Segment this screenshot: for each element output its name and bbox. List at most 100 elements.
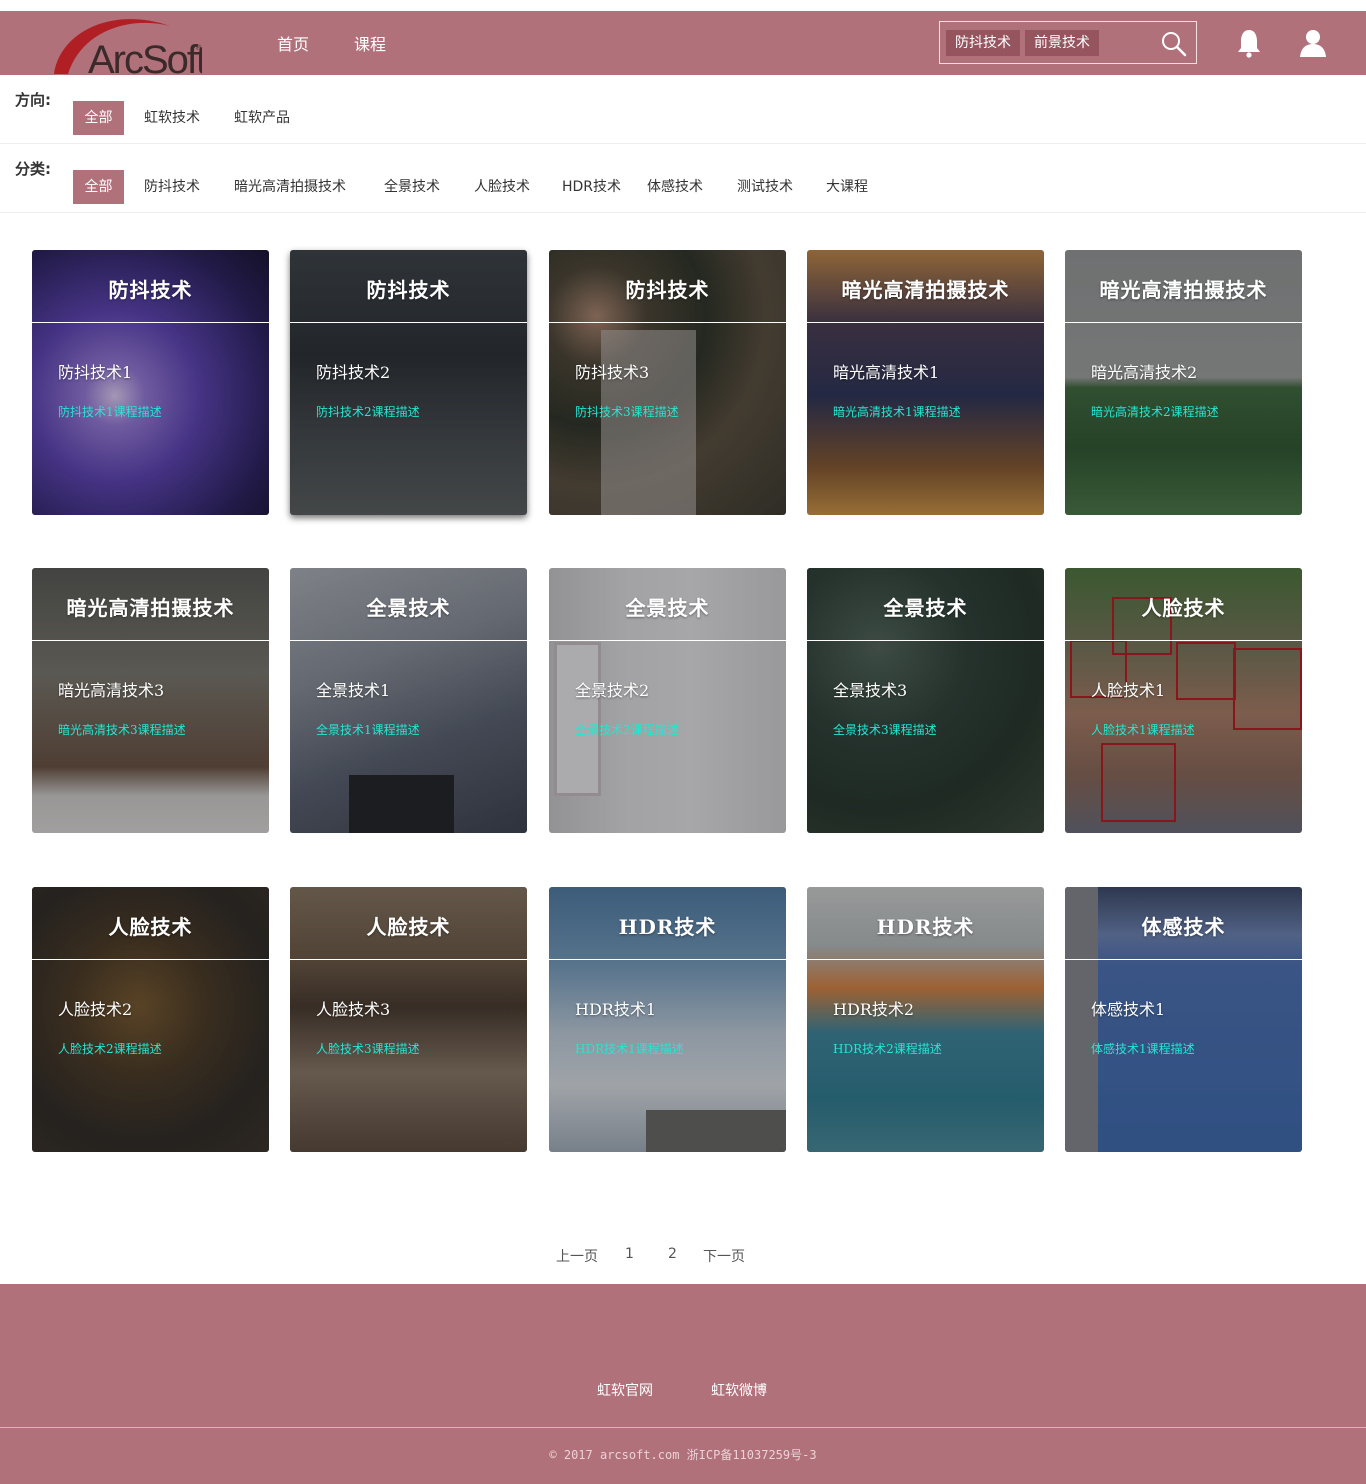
arcsoft-logo[interactable]: ArcSoft ® bbox=[52, 12, 209, 82]
copyright-text: © 2017 arcsoft.com 浙ICP备11037259号-3 bbox=[549, 1448, 817, 1462]
course-card[interactable]: HDR技术 HDR技术2 HDR技术2课程描述 bbox=[807, 887, 1044, 1152]
category-low-light[interactable]: 暗光高清拍摄技术 bbox=[224, 170, 356, 204]
card-course-desc: HDR技术2课程描述 bbox=[833, 1042, 942, 1056]
card-divider bbox=[807, 640, 1044, 641]
course-card[interactable]: 人脸技术 人脸技术1 人脸技术1课程描述 bbox=[1065, 568, 1302, 833]
category-motion[interactable]: 体感技术 bbox=[637, 170, 713, 204]
course-card[interactable]: 全景技术 全景技术1 全景技术1课程描述 bbox=[290, 568, 527, 833]
card-course-desc: HDR技术1课程描述 bbox=[575, 1042, 684, 1056]
card-divider bbox=[290, 959, 527, 960]
card-category-title: 人脸技术 bbox=[366, 915, 451, 939]
card-category-title: 人脸技术 bbox=[108, 915, 193, 939]
card-course-name: 全景技术2 bbox=[575, 681, 650, 700]
category-filter: 分类: 全部 防抖技术 暗光高清拍摄技术 全景技术 人脸技术 HDR技术 体感技… bbox=[0, 144, 1366, 213]
card-course-name: 防抖技术3 bbox=[575, 363, 650, 382]
card-divider bbox=[32, 322, 269, 323]
course-card[interactable]: 暗光高清拍摄技术 暗光高清技术1 暗光高清技术1课程描述 bbox=[807, 250, 1044, 515]
card-course-desc: 人脸技术1课程描述 bbox=[1091, 723, 1195, 737]
top-header: ArcSoft ® 首页 课程 防抖技术 前景技术 bbox=[0, 11, 1366, 82]
card-category-title: 防抖技术 bbox=[625, 278, 710, 302]
card-divider bbox=[32, 640, 269, 641]
card-divider bbox=[807, 959, 1044, 960]
card-course-desc: 全景技术3课程描述 bbox=[833, 723, 937, 737]
card-course-name: 全景技术3 bbox=[833, 681, 908, 700]
card-course-desc: 防抖技术3课程描述 bbox=[575, 405, 679, 419]
card-course-desc: 防抖技术2课程描述 bbox=[316, 405, 420, 419]
course-card[interactable]: 暗光高清拍摄技术 暗光高清技术2 暗光高清技术2课程描述 bbox=[1065, 250, 1302, 515]
category-hdr[interactable]: HDR技术 bbox=[552, 170, 631, 204]
card-course-name: 体感技术1 bbox=[1091, 1000, 1166, 1019]
card-divider bbox=[32, 959, 269, 960]
category-panorama[interactable]: 全景技术 bbox=[374, 170, 450, 204]
card-course-name: 人脸技术3 bbox=[316, 1000, 391, 1019]
footer-link-official-site[interactable]: 虹软官网 bbox=[597, 1380, 653, 1400]
card-divider bbox=[290, 640, 527, 641]
card-category-title: 暗光高清拍摄技术 bbox=[1099, 278, 1268, 302]
nav-home[interactable]: 首页 bbox=[277, 31, 309, 55]
category-anti-shake[interactable]: 防抖技术 bbox=[134, 170, 210, 204]
card-category-title: HDR技术 bbox=[876, 915, 975, 939]
card-divider bbox=[290, 322, 527, 323]
direction-arcsoft-tech[interactable]: 虹软技术 bbox=[134, 101, 210, 135]
course-card[interactable]: 人脸技术 人脸技术2 人脸技术2课程描述 bbox=[32, 887, 269, 1152]
category-major-course[interactable]: 大课程 bbox=[816, 170, 878, 204]
direction-filter: 方向: 全部 虹软技术 虹软产品 bbox=[0, 75, 1366, 144]
footer-divider bbox=[0, 1427, 1366, 1428]
search-tag-foreground[interactable]: 前景技术 bbox=[1025, 30, 1099, 56]
card-category-title: 暗光高清拍摄技术 bbox=[841, 278, 1010, 302]
card-course-name: 人脸技术2 bbox=[58, 1000, 133, 1019]
card-category-title: HDR技术 bbox=[618, 915, 717, 939]
search-tag-anti-shake[interactable]: 防抖技术 bbox=[946, 30, 1020, 56]
card-course-desc: 暗光高清技术3课程描述 bbox=[58, 723, 186, 737]
course-card[interactable]: 防抖技术 防抖技术2 防抖技术2课程描述 bbox=[290, 250, 527, 515]
user-icon[interactable] bbox=[1299, 28, 1327, 58]
card-course-desc: 人脸技术3课程描述 bbox=[316, 1042, 420, 1056]
course-card[interactable]: 防抖技术 防抖技术3 防抖技术3课程描述 bbox=[549, 250, 786, 515]
course-card[interactable]: 全景技术 全景技术2 全景技术2课程描述 bbox=[549, 568, 786, 833]
nav-courses[interactable]: 课程 bbox=[354, 31, 386, 55]
next-page-link[interactable]: 下一页 bbox=[703, 1246, 745, 1266]
page-link-1[interactable]: 1 bbox=[625, 1246, 634, 1262]
prev-page-link[interactable]: 上一页 bbox=[556, 1246, 598, 1266]
course-card[interactable]: HDR技术 HDR技术1 HDR技术1课程描述 bbox=[549, 887, 786, 1152]
card-divider bbox=[807, 322, 1044, 323]
category-label: 分类: bbox=[15, 160, 51, 178]
course-card[interactable]: 暗光高清拍摄技术 暗光高清技术3 暗光高清技术3课程描述 bbox=[32, 568, 269, 833]
card-course-name: 暗光高清技术1 bbox=[833, 363, 940, 382]
footer: 虹软官网 虹软微博 © 2017 arcsoft.com 浙ICP备110372… bbox=[0, 1284, 1366, 1484]
bell-icon[interactable] bbox=[1236, 28, 1264, 58]
card-category-title: 体感技术 bbox=[1141, 915, 1226, 939]
card-course-name: HDR技术2 bbox=[833, 1000, 915, 1019]
card-category-title: 防抖技术 bbox=[366, 278, 451, 302]
category-testing[interactable]: 测试技术 bbox=[727, 170, 803, 204]
category-all[interactable]: 全部 bbox=[73, 170, 124, 204]
course-card[interactable]: 全景技术 全景技术3 全景技术3课程描述 bbox=[807, 568, 1044, 833]
card-category-title: 全景技术 bbox=[366, 596, 451, 620]
search-box[interactable]: 防抖技术 前景技术 bbox=[939, 21, 1197, 64]
card-category-title: 全景技术 bbox=[625, 596, 710, 620]
course-card[interactable]: 防抖技术 防抖技术1 防抖技术1课程描述 bbox=[32, 250, 269, 515]
card-course-name: HDR技术1 bbox=[575, 1000, 657, 1019]
card-course-name: 防抖技术1 bbox=[58, 363, 133, 382]
card-course-name: 防抖技术2 bbox=[316, 363, 391, 382]
search-icon[interactable] bbox=[1160, 30, 1188, 58]
card-divider bbox=[549, 959, 786, 960]
direction-label: 方向: bbox=[15, 91, 51, 109]
card-course-name: 暗光高清技术2 bbox=[1091, 363, 1198, 382]
card-course-name: 全景技术1 bbox=[316, 681, 391, 700]
footer-link-weibo[interactable]: 虹软微博 bbox=[711, 1380, 767, 1400]
card-divider bbox=[1065, 959, 1302, 960]
card-course-desc: 暗光高清技术1课程描述 bbox=[833, 405, 961, 419]
card-divider bbox=[549, 322, 786, 323]
category-face[interactable]: 人脸技术 bbox=[464, 170, 540, 204]
course-card[interactable]: 人脸技术 人脸技术3 人脸技术3课程描述 bbox=[290, 887, 527, 1152]
card-course-name: 人脸技术1 bbox=[1091, 681, 1166, 700]
page-link-2[interactable]: 2 bbox=[668, 1246, 677, 1262]
direction-arcsoft-products[interactable]: 虹软产品 bbox=[224, 101, 300, 135]
direction-all[interactable]: 全部 bbox=[73, 101, 124, 135]
card-divider bbox=[1065, 322, 1302, 323]
card-course-desc: 防抖技术1课程描述 bbox=[58, 405, 162, 419]
course-card[interactable]: 体感技术 体感技术1 体感技术1课程描述 bbox=[1065, 887, 1302, 1152]
card-category-title: 人脸技术 bbox=[1141, 596, 1226, 620]
card-course-name: 暗光高清技术3 bbox=[58, 681, 165, 700]
